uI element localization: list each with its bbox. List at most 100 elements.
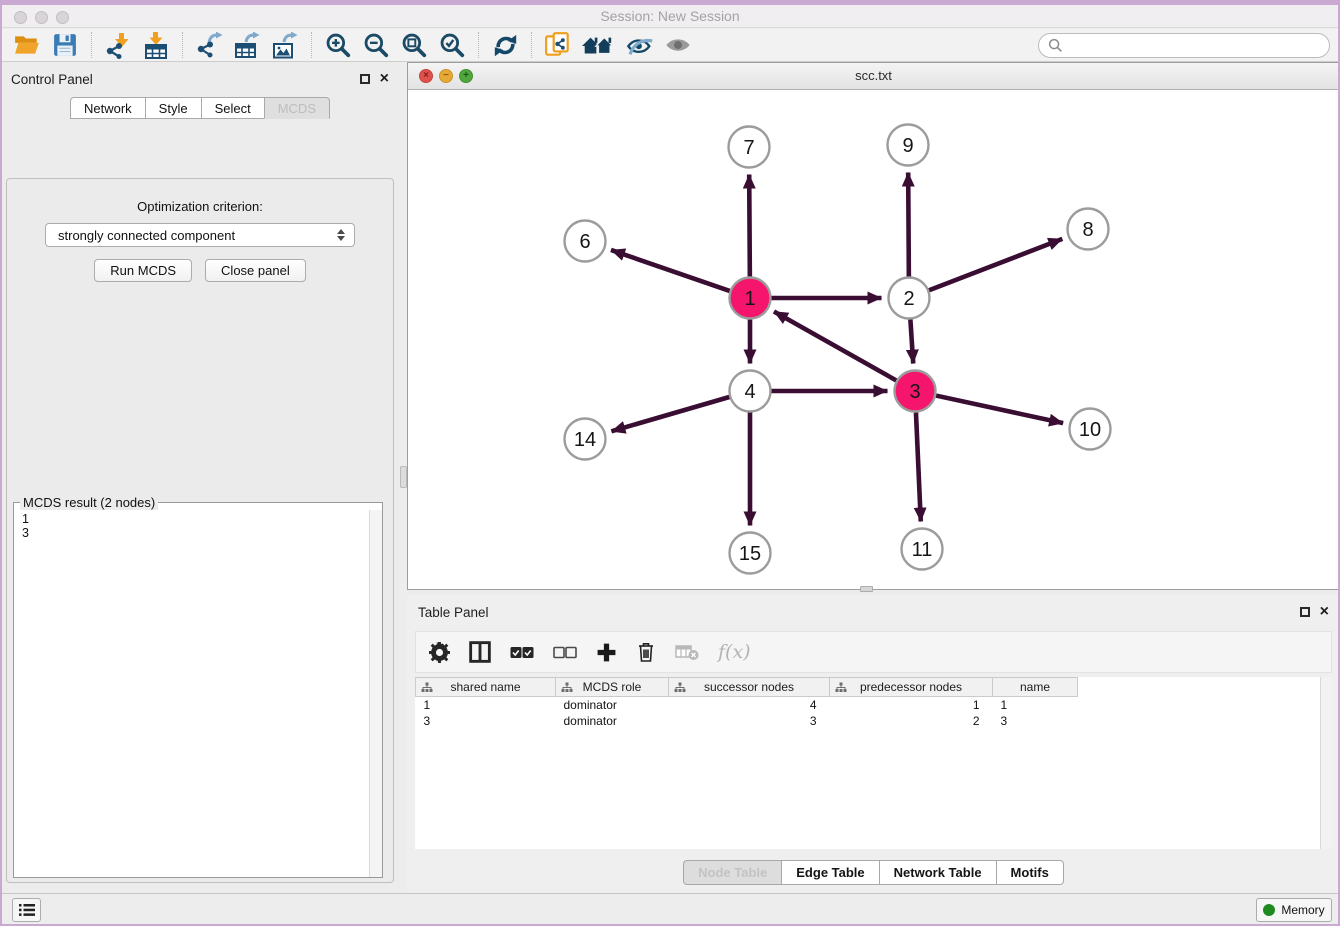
export-image-button[interactable] xyxy=(266,30,304,60)
table-cell[interactable]: 4 xyxy=(669,697,830,713)
float-window-icon[interactable] xyxy=(1300,607,1310,617)
apply-layout-button[interactable] xyxy=(486,30,524,60)
graph-edge-4-14[interactable] xyxy=(611,397,729,431)
main-toolbar xyxy=(0,29,1340,62)
control-panel-tabs: NetworkStyleSelectMCDS xyxy=(0,97,400,119)
optimization-criterion-select[interactable]: strongly connected component xyxy=(45,223,355,247)
graph-edge-2-8[interactable] xyxy=(929,239,1062,290)
open-session-button[interactable] xyxy=(8,30,46,60)
tab-style[interactable]: Style xyxy=(145,97,201,119)
run-mcds-button[interactable]: Run MCDS xyxy=(94,259,192,282)
save-session-button[interactable] xyxy=(46,30,84,60)
zoom-in-button[interactable] xyxy=(319,30,357,60)
graph-edge-3-11[interactable] xyxy=(916,412,921,521)
graph-edge-1-6[interactable] xyxy=(611,250,730,291)
search-input[interactable] xyxy=(1068,37,1329,54)
table-row[interactable]: 3dominator323 xyxy=(416,713,1321,729)
deselect-all-button[interactable] xyxy=(553,646,577,659)
import-table-button[interactable] xyxy=(137,30,175,60)
add-column-button[interactable] xyxy=(596,642,617,663)
export-network-button[interactable] xyxy=(190,30,228,60)
close-panel-button[interactable]: Close panel xyxy=(205,259,306,282)
network-canvas[interactable]: 1 2 3 4 6 7 8 9 10 11 14 15 xyxy=(408,90,1339,589)
tab-node-table[interactable]: Node Table xyxy=(683,860,781,885)
table-cell[interactable]: 3 xyxy=(993,713,1078,729)
graph-node-11[interactable]: 11 xyxy=(902,529,943,570)
table-cell[interactable]: 1 xyxy=(416,697,556,713)
table-cell[interactable]: 2 xyxy=(830,713,993,729)
graph-node-10[interactable]: 10 xyxy=(1070,409,1111,450)
eye-icon xyxy=(664,33,692,57)
column-header-successor-nodes[interactable]: successor nodes xyxy=(669,678,830,697)
delete-table-button[interactable] xyxy=(675,643,699,661)
graph-node-9[interactable]: 9 xyxy=(888,125,929,166)
table-cell[interactable]: dominator xyxy=(556,713,669,729)
graph-edge-2-9[interactable] xyxy=(908,172,909,276)
column-type-icon xyxy=(674,682,686,693)
column-header-name[interactable]: name xyxy=(993,678,1078,697)
table-cell[interactable]: 1 xyxy=(830,697,993,713)
graph-node-2[interactable]: 2 xyxy=(889,278,930,319)
tab-mcds[interactable]: MCDS xyxy=(264,97,330,119)
result-scrollbar[interactable] xyxy=(369,510,382,877)
table-cell[interactable]: 3 xyxy=(416,713,556,729)
column-header-mcds-role[interactable]: MCDS role xyxy=(556,678,669,697)
zoom-fit-button[interactable] xyxy=(395,30,433,60)
graph-node-1[interactable]: 1 xyxy=(730,278,771,319)
zoom-out-button[interactable] xyxy=(357,30,395,60)
function-builder-button[interactable]: f(x) xyxy=(718,641,751,663)
splitter-grip[interactable] xyxy=(400,466,407,488)
export-table-button[interactable] xyxy=(228,30,266,60)
select-all-button[interactable] xyxy=(510,646,534,659)
delete-column-button[interactable] xyxy=(636,641,656,663)
float-window-icon[interactable] xyxy=(360,74,370,84)
search-icon xyxy=(1048,38,1063,53)
tab-edge-table[interactable]: Edge Table xyxy=(781,860,878,885)
tab-select[interactable]: Select xyxy=(201,97,264,119)
panel-splitter[interactable] xyxy=(400,62,407,893)
network-file-button[interactable] xyxy=(539,30,577,60)
task-history-button[interactable] xyxy=(12,898,41,922)
table-scrollbar[interactable] xyxy=(1320,677,1332,849)
graph-node-6[interactable]: 6 xyxy=(565,221,606,262)
table-cell[interactable]: dominator xyxy=(556,697,669,713)
show-all-button[interactable] xyxy=(659,30,697,60)
table-settings-button[interactable] xyxy=(429,642,450,663)
zoom-selected-button[interactable] xyxy=(433,30,471,60)
graph-edge-2-3[interactable] xyxy=(910,319,913,363)
memory-button[interactable]: Memory xyxy=(1256,898,1332,922)
close-icon[interactable]: × xyxy=(1320,607,1329,617)
svg-text:10: 10 xyxy=(1079,419,1101,441)
node-table: shared name MCDS role successor nodes pr… xyxy=(415,677,1332,849)
column-header-shared-name[interactable]: shared name xyxy=(416,678,556,697)
graph-node-8[interactable]: 8 xyxy=(1068,209,1109,250)
control-panel-title: Control Panel xyxy=(11,72,93,87)
show-columns-button[interactable] xyxy=(469,641,491,663)
graph-node-15[interactable]: 15 xyxy=(730,533,771,574)
graph-node-14[interactable]: 14 xyxy=(565,419,606,460)
table-cell[interactable]: 3 xyxy=(669,713,830,729)
table-row[interactable]: 1dominator411 xyxy=(416,697,1321,713)
graph-node-7[interactable]: 7 xyxy=(729,127,770,168)
import-table-icon xyxy=(143,32,170,59)
window-resize-grip[interactable] xyxy=(860,586,873,592)
graph-edge-3-1[interactable] xyxy=(774,312,896,381)
table-cell[interactable]: 1 xyxy=(993,697,1078,713)
graph-node-3[interactable]: 3 xyxy=(895,371,936,412)
graph-edge-1-7[interactable] xyxy=(749,174,750,276)
tab-motifs[interactable]: Motifs xyxy=(996,860,1064,885)
tab-network[interactable]: Network xyxy=(70,97,145,119)
svg-text:15: 15 xyxy=(739,543,761,565)
graph-edge-3-10[interactable] xyxy=(936,396,1063,424)
hide-selected-button[interactable] xyxy=(621,30,659,60)
search-box[interactable] xyxy=(1038,33,1330,58)
tab-network-table[interactable]: Network Table xyxy=(879,860,996,885)
export-table-icon xyxy=(234,32,261,59)
network-file-icon xyxy=(544,31,572,59)
import-network-button[interactable] xyxy=(99,30,137,60)
column-type-icon xyxy=(835,682,847,693)
home-button[interactable] xyxy=(577,30,621,60)
column-header-predecessor-nodes[interactable]: predecessor nodes xyxy=(830,678,993,697)
close-icon[interactable]: × xyxy=(380,74,389,84)
graph-node-4[interactable]: 4 xyxy=(730,371,771,412)
